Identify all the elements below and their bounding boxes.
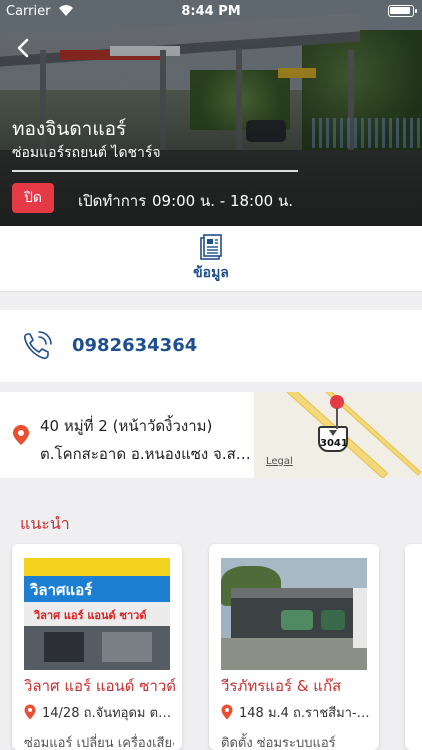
map-pin-icon: [330, 395, 344, 429]
card-description: ติดตั้ง ซ่อมระบบแอร์: [221, 736, 336, 750]
location-pin-icon: [221, 704, 233, 720]
recommend-card[interactable]: วิลาศแอร์ วิลาศ แอร์ แอนด์ ซาวด์ วิลาศ แ…: [12, 544, 182, 750]
map-thumbnail[interactable]: 3041 Legal: [254, 392, 422, 478]
hours-value: 09:00 น. - 18:00 น.: [152, 192, 293, 210]
shop-photo: [221, 558, 367, 670]
shop-name: ทองจินดาแอร์: [12, 118, 127, 140]
shop-subtitle: ซ่อมแอร์รถยนต์ ไดชาร์จ: [12, 145, 161, 161]
recommend-heading: แนะนำ: [20, 514, 70, 533]
status-badge: ปิด: [12, 183, 54, 213]
card-title: วิลาศ แอร์ แอนด์ ซาวด์: [24, 677, 177, 695]
phone-number[interactable]: 0982634364: [72, 335, 197, 356]
phone-row[interactable]: 0982634364: [0, 310, 422, 382]
status-bar: Carrier 8:44 PM: [0, 0, 422, 22]
back-icon[interactable]: [12, 36, 36, 60]
photo-sign-text: วิลาศแอร์: [30, 581, 93, 599]
hours-label: เปิดทำการ: [78, 192, 147, 210]
address-row[interactable]: 40 หมู่ที่ 2 (หน้าวัดงิ้วงาม) ต.โคกสะอาด…: [0, 392, 422, 478]
address-line1: 40 หมู่ที่ 2 (หน้าวัดงิ้วงาม): [40, 417, 213, 435]
tab-info-label: ข้อมูล: [193, 265, 229, 281]
document-icon: [200, 234, 222, 260]
photo-sign-subtext: วิลาศ แอร์ แอนด์ ซาวด์: [34, 609, 147, 622]
card-title: วีรภัทรแอร์ & แก๊ส: [221, 677, 342, 695]
divider: [12, 170, 298, 172]
card-description: ซ่อมแอร์ เปลี่ยน เครื่องเสียง: [24, 736, 174, 750]
screen: Carrier 8:44 PM ทองจินดาแอร์ ซ่อมแอร์รถย…: [0, 0, 422, 750]
location-pin-icon: [13, 425, 29, 445]
clock: 8:44 PM: [181, 4, 241, 19]
location-pin-icon: [24, 704, 36, 720]
card-address: 148 ม.4 ถ.ราชสีมา-ปักธงชัย: [239, 706, 371, 721]
recommend-card[interactable]: วีรภัทรแอร์ & แก๊ส 148 ม.4 ถ.ราชสีมา-ปัก…: [209, 544, 379, 750]
phone-icon: [23, 331, 52, 360]
battery-icon: [388, 5, 417, 17]
tab-info[interactable]: ข้อมูล: [0, 226, 422, 292]
map-legal-link[interactable]: Legal: [266, 456, 293, 467]
shop-photo: วิลาศแอร์ วิลาศ แอร์ แอนด์ ซาวด์: [24, 558, 170, 670]
address-line2: ต.โคกสะอาด อ.หนองแซง จ.สระบุรี: [40, 445, 254, 463]
card-address: 14/28 ถ.จันทอุดม ต.ท่าเรือ: [42, 706, 174, 721]
recommend-card-partial[interactable]: [405, 544, 422, 750]
